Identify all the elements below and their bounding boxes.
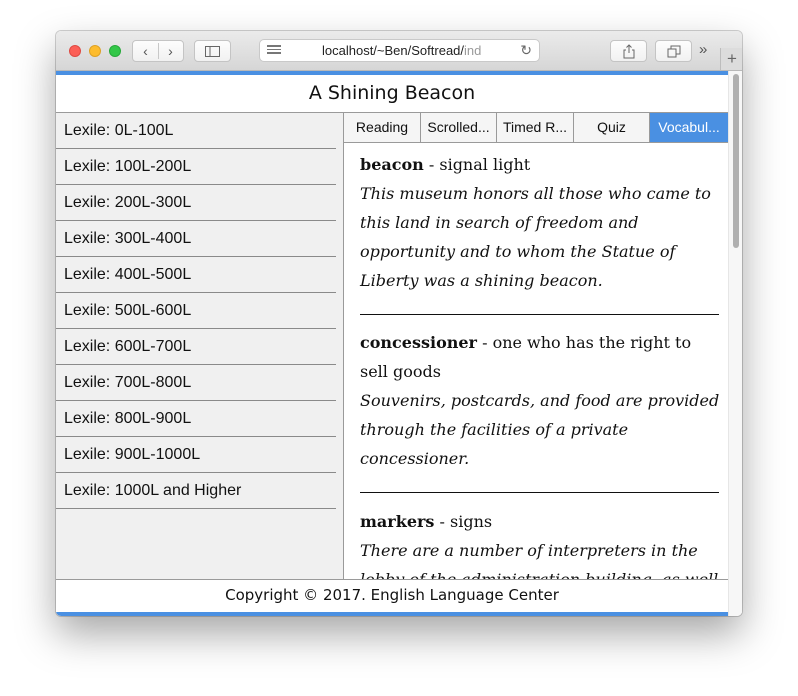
vocabulary-panel[interactable]: beacon - signal light This museum honors … [344, 143, 728, 579]
vocab-heading: concessioner - one who has the right to … [360, 328, 720, 386]
tab-2[interactable]: Timed R... [497, 113, 574, 142]
lexile-item[interactable]: Lexile: 300L-400L [56, 221, 336, 257]
scrollbar-thumb[interactable] [733, 74, 739, 248]
page-scrollbar[interactable] [728, 71, 742, 616]
zoom-window-button[interactable] [109, 45, 121, 57]
lexile-item[interactable]: Lexile: 400L-500L [56, 257, 336, 293]
reload-icon[interactable]: ↻ [520, 42, 532, 59]
vocab-heading: beacon - signal light [360, 150, 720, 179]
lexile-sidebar: Lexile: 0L-100L Lexile: 100L-200L Lexile: … [56, 113, 344, 579]
vocab-example: There are a number of interpreters in th… [360, 541, 718, 579]
lexile-item[interactable]: Lexile: 700L-800L [56, 365, 336, 401]
share-icon [623, 44, 634, 59]
vocab-heading: markers - signs [360, 507, 720, 536]
entry-divider [360, 492, 719, 493]
lexile-item[interactable]: Lexile: 100L-200L [56, 149, 336, 185]
tab-1[interactable]: Scrolled... [421, 113, 497, 142]
tab-3[interactable]: Quiz [574, 113, 650, 142]
vocab-entry: markers - signs There are a number of int… [360, 507, 720, 579]
lexile-item[interactable]: Lexile: 800L-900L [56, 401, 336, 437]
vocab-definition: - signal light [423, 155, 531, 174]
page-title: A Shining Beacon [56, 75, 728, 113]
show-tabs-button[interactable] [655, 40, 692, 62]
address-bar[interactable]: localhost/~Ben/Softread/ind ↻ [259, 39, 540, 62]
lexile-item[interactable]: Lexile: 600L-700L [56, 329, 336, 365]
tab-0[interactable]: Reading [344, 113, 421, 142]
reader-icon[interactable] [267, 45, 281, 55]
vocab-example: This museum honors all those who came to… [360, 184, 711, 290]
back-icon[interactable]: ‹ [133, 41, 158, 61]
nav-buttons: ‹ › [132, 40, 184, 62]
page-footer: Copyright © 2017. English Language Cente… [56, 579, 728, 612]
minimize-window-button[interactable] [89, 45, 101, 57]
forward-icon[interactable]: › [158, 41, 183, 61]
vocab-definition: - signs [434, 512, 493, 531]
vocab-entry: concessioner - one who has the right to … [360, 328, 720, 473]
lexile-item[interactable]: Lexile: 500L-600L [56, 293, 336, 329]
lexile-item[interactable]: Lexile: 0L-100L [56, 113, 336, 149]
url-text: localhost/~Ben/Softread/ind [322, 43, 482, 58]
vocab-word: markers [360, 512, 435, 531]
vocab-word: beacon [360, 155, 424, 174]
vocab-word: concessioner [360, 333, 477, 352]
overflow-icon[interactable]: » [699, 41, 707, 58]
lexile-item[interactable]: Lexile: 1000L and Higher [56, 473, 336, 509]
sidebar-toggle-button[interactable] [194, 40, 231, 62]
lexile-item[interactable]: Lexile: 900L-1000L [56, 437, 336, 473]
browser-window: ‹ › localhost/~Ben/Softread/ind ↻ » + A … [56, 31, 742, 616]
browser-toolbar: ‹ › localhost/~Ben/Softread/ind ↻ » + [56, 31, 742, 71]
bottom-accent-band [56, 612, 728, 616]
web-page: A Shining Beacon Lexile: 0L-100L Lexile: … [56, 71, 742, 616]
share-button[interactable] [610, 40, 647, 62]
tab-4[interactable]: Vocabul... [650, 113, 728, 142]
tabs-icon [667, 45, 680, 58]
new-tab-button[interactable]: + [720, 48, 742, 70]
entry-divider [360, 314, 719, 315]
vocab-entry: beacon - signal light This museum honors … [360, 150, 720, 295]
activity-tabs: Reading Scrolled... Timed R... Quiz Vocabul.… [344, 113, 728, 143]
sidebar-icon [205, 46, 220, 57]
lexile-item[interactable]: Lexile: 200L-300L [56, 185, 336, 221]
close-window-button[interactable] [69, 45, 81, 57]
vocab-example: Souvenirs, postcards, and food are provi… [360, 391, 720, 468]
